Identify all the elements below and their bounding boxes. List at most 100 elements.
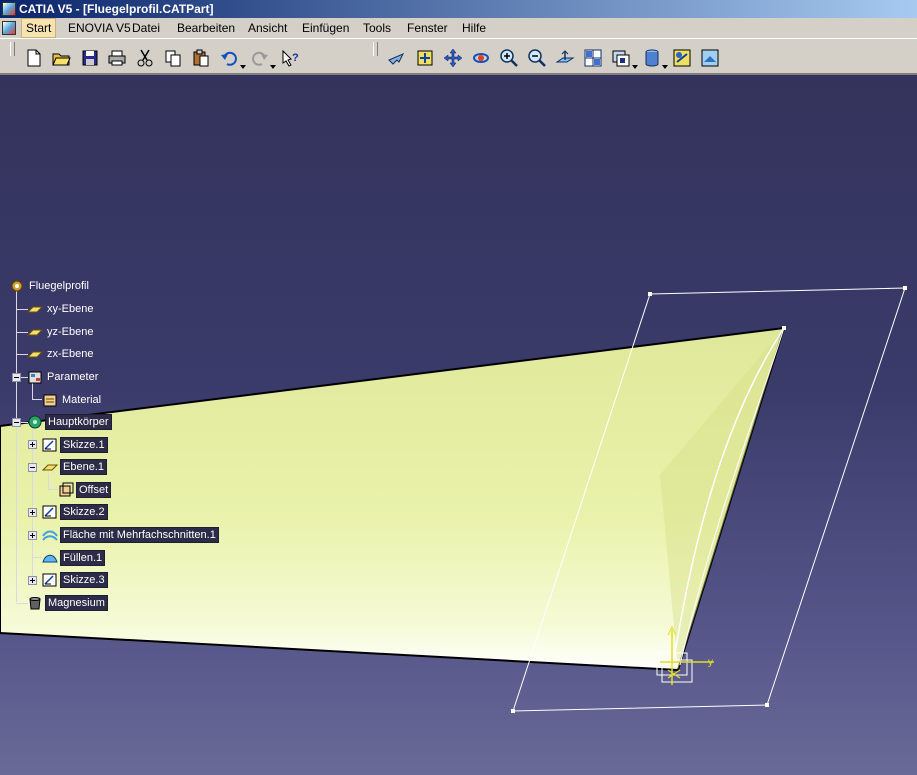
plane-icon (27, 306, 43, 313)
menu-enovia[interactable]: ENOVIA V5 (64, 18, 135, 38)
tree-node-xy-ebene[interactable]: xy-Ebene (27, 300, 95, 318)
vertex-handle[interactable] (782, 326, 786, 330)
menu-einfuegen[interactable]: Einfügen (298, 18, 353, 38)
undo-dropdown-icon[interactable] (240, 65, 246, 69)
toolbar-grip[interactable] (10, 42, 15, 56)
view-mode-icon[interactable] (640, 47, 664, 69)
plane-corner-handle[interactable] (648, 292, 652, 296)
window-title: CATIA V5 - [Fluegelprofil.CATPart] (19, 2, 214, 16)
expander-skizze-2[interactable] (28, 508, 37, 517)
tree-node-ebene-1[interactable]: Ebene.1 (42, 458, 107, 476)
menu-hilfe[interactable]: Hilfe (458, 18, 490, 38)
fill-icon (42, 554, 58, 563)
fly-mode-icon[interactable] (385, 47, 409, 69)
menu-ansicht[interactable]: Ansicht (244, 18, 291, 38)
swap-visible-space-icon[interactable] (698, 47, 722, 69)
offset-icon (59, 482, 74, 497)
tree-label: xy-Ebene (47, 303, 94, 315)
toolbar-grip[interactable] (373, 42, 378, 56)
tree-label: Parameter (47, 371, 99, 383)
redo-dropdown-icon[interactable] (270, 65, 276, 69)
plane-corner-handle[interactable] (903, 286, 907, 290)
tree-node-fluegelprofil[interactable]: Fluegelprofil (9, 277, 91, 295)
expander-parameter[interactable] (12, 373, 21, 382)
zoom-out-icon[interactable] (525, 47, 549, 69)
menu-start[interactable]: Start (21, 18, 57, 38)
rotate-icon[interactable] (469, 47, 493, 69)
tree-label: Material (62, 394, 102, 406)
tree-node-offset[interactable]: Offset (58, 481, 112, 499)
normal-view-icon[interactable] (553, 47, 577, 69)
menu-tools[interactable]: Tools (359, 18, 395, 38)
paste-icon[interactable] (189, 47, 213, 69)
tree-node-yz-ebene[interactable]: yz-Ebene (27, 323, 95, 341)
pan-icon[interactable] (441, 47, 465, 69)
tree-label: zx-Ebene (47, 348, 94, 360)
specification-tree: Fluegelprofil xy-Ebene yz-Ebene zx-Ebene… (0, 75, 300, 775)
tree-label: Offset (76, 482, 112, 498)
tree-node-magnesium[interactable]: Magnesium (27, 594, 108, 612)
tree-label: Fläche mit Mehrfachschnitten.1 (60, 527, 219, 543)
material-bucket-icon (29, 597, 41, 610)
plane-icon (27, 351, 43, 358)
tree-node-zx-ebene[interactable]: zx-Ebene (27, 345, 95, 363)
3d-viewport[interactable]: y Fluegelprofil xy-Ebene yz-Ebene zx-Ebe… (0, 75, 917, 775)
toolbar: ? (0, 39, 917, 75)
redo-icon[interactable] (248, 47, 272, 69)
tree-label: Hauptkörper (45, 414, 112, 430)
multi-section-surface-icon (42, 530, 58, 541)
tree-label: Fluegelprofil (29, 280, 89, 292)
tree-node-skizze-2[interactable]: Skizze.2 (42, 503, 108, 521)
plane-icon (42, 464, 58, 471)
tree-label: Skizze.2 (60, 504, 108, 520)
sketch-icon (42, 438, 57, 452)
plane-icon (27, 329, 43, 336)
zoom-in-icon[interactable] (497, 47, 521, 69)
view-mode-dropdown-icon[interactable] (662, 65, 668, 69)
tree-node-skizze-3[interactable]: Skizze.3 (42, 571, 108, 589)
menu-bearbeiten[interactable]: Bearbeiten (173, 18, 239, 38)
new-file-icon[interactable] (22, 47, 46, 69)
expander-skizze-1[interactable] (28, 440, 37, 449)
tree-label: Skizze.1 (60, 437, 108, 453)
fit-all-icon[interactable] (413, 47, 437, 69)
axis-label: y (708, 657, 713, 668)
tree-node-fuellen-1[interactable]: Füllen.1 (42, 549, 106, 567)
tree-node-flaeche-mehrfachschnitten[interactable]: Fläche mit Mehrfachschnitten.1 (42, 526, 219, 544)
expander-ebene-1[interactable] (28, 463, 37, 472)
undo-icon[interactable] (217, 47, 241, 69)
expander-flaeche[interactable] (28, 531, 37, 540)
print-icon[interactable] (105, 47, 129, 69)
title-bar: CATIA V5 - [Fluegelprofil.CATPart] (0, 0, 917, 18)
plane-corner-handle[interactable] (765, 703, 769, 707)
open-folder-icon[interactable] (49, 47, 73, 69)
tree-label: Magnesium (45, 595, 108, 611)
svg-text:?: ? (292, 52, 299, 64)
tree-node-hauptkoerper[interactable]: Hauptkörper (27, 413, 112, 431)
multi-view-icon[interactable] (581, 47, 605, 69)
plane-corner-handle[interactable] (511, 709, 515, 713)
copy-icon[interactable] (161, 47, 185, 69)
expander-skizze-3[interactable] (28, 576, 37, 585)
tree-label: Skizze.3 (60, 572, 108, 588)
sketch-icon (42, 573, 57, 587)
tree-label: Füllen.1 (60, 550, 106, 566)
material-icon (43, 394, 57, 407)
cut-icon[interactable] (133, 47, 157, 69)
document-icon[interactable] (2, 21, 16, 35)
catia-logo-icon[interactable] (2, 2, 16, 16)
tree-label: Ebene.1 (60, 459, 107, 475)
quick-view-dropdown-icon[interactable] (632, 65, 638, 69)
expander-hauptkoerper[interactable] (12, 418, 21, 427)
menu-datei[interactable]: Datei (128, 18, 164, 38)
body-icon (28, 415, 42, 429)
quick-view-icon[interactable] (609, 47, 633, 69)
tree-node-parameter[interactable]: Parameter (27, 368, 100, 386)
parameters-icon (28, 371, 42, 384)
menu-fenster[interactable]: Fenster (403, 18, 452, 38)
tree-node-skizze-1[interactable]: Skizze.1 (42, 436, 108, 454)
whats-this-icon[interactable]: ? (278, 47, 302, 69)
save-icon[interactable] (78, 47, 102, 69)
tree-node-material[interactable]: Material (42, 391, 103, 409)
hide-show-icon[interactable] (670, 47, 694, 69)
